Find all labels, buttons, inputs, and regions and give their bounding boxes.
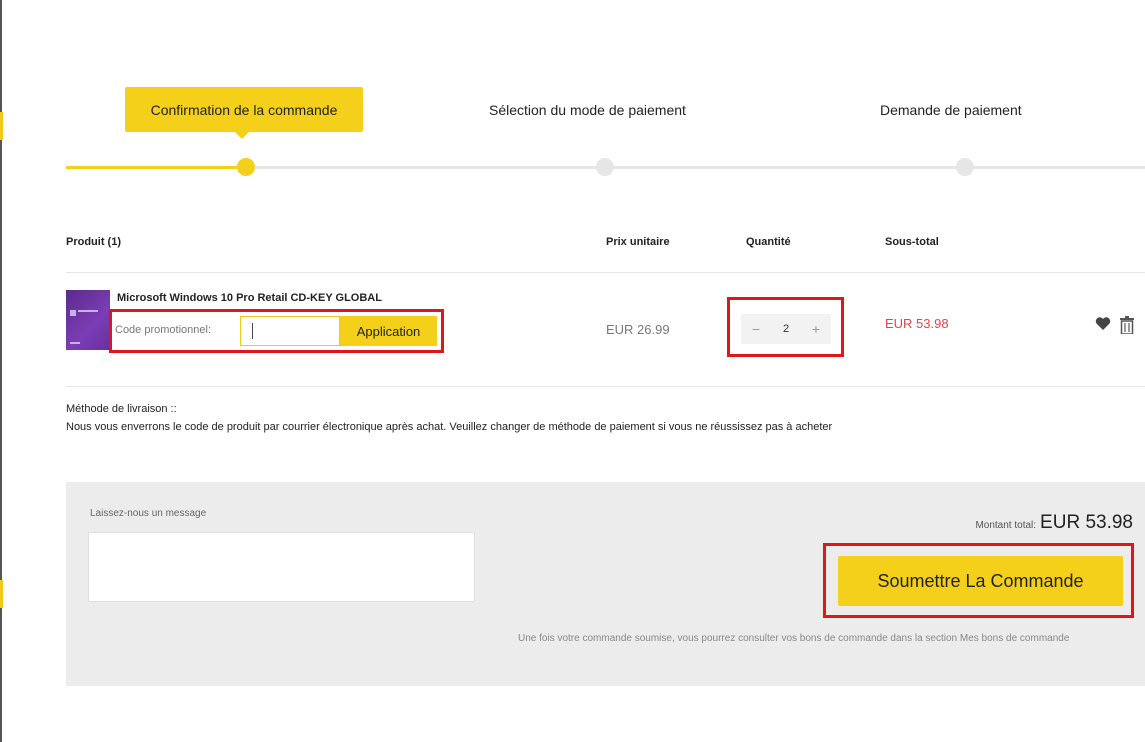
step-confirmation: Confirmation de la commande	[125, 87, 363, 139]
col-header-unit-price: Prix unitaire	[606, 236, 670, 248]
progress-track-pending	[246, 166, 1145, 169]
shipping-method-title: Méthode de livraison ::	[66, 403, 177, 415]
left-edge-marker	[0, 580, 3, 608]
increase-quantity-button[interactable]: +	[807, 321, 825, 337]
total-line: Montant total: EUR 53.98	[975, 512, 1133, 534]
row-subtotal: EUR 53.98	[885, 316, 949, 331]
col-header-subtotal: Sous-total	[885, 236, 939, 248]
left-edge-marker	[0, 112, 3, 140]
step-payment-request-label: Demande de paiement	[880, 102, 1022, 118]
heart-icon[interactable]	[1095, 316, 1111, 336]
col-header-product: Produit (1)	[66, 236, 121, 248]
table-divider	[66, 386, 1145, 387]
progress-dot-active	[237, 158, 255, 176]
message-label: Laissez-nous un message	[90, 508, 207, 519]
shipping-method-text: Nous vous enverrons le code de produit p…	[66, 421, 833, 433]
progress-dot	[956, 158, 974, 176]
total-value: EUR 53.98	[1040, 512, 1133, 533]
step-confirmation-label: Confirmation de la commande	[150, 101, 338, 118]
quantity-stepper: − 2 +	[741, 314, 831, 344]
promo-code-input[interactable]	[240, 316, 340, 346]
apply-promo-button[interactable]: Application	[340, 316, 437, 346]
product-thumbnail[interactable]	[66, 290, 110, 350]
submit-order-button[interactable]: Soumettre La Commande	[838, 556, 1123, 606]
step-payment-method: Sélection du mode de paiement	[489, 102, 686, 118]
progress-track-done	[66, 166, 246, 169]
decrease-quantity-button[interactable]: −	[747, 321, 765, 337]
total-label: Montant total:	[975, 520, 1037, 531]
unit-price: EUR 26.99	[606, 322, 670, 337]
step-payment-request: Demande de paiement	[880, 102, 1022, 118]
progress-dot	[596, 158, 614, 176]
message-textarea[interactable]	[88, 532, 475, 602]
quantity-value[interactable]: 2	[783, 323, 789, 335]
table-divider	[66, 272, 1145, 273]
trash-icon[interactable]	[1120, 316, 1134, 335]
step-payment-method-label: Sélection du mode de paiement	[489, 102, 686, 118]
text-caret	[252, 323, 253, 339]
promo-code-label: Code promotionnel:	[115, 324, 212, 336]
order-note: Une fois votre commande soumise, vous po…	[518, 633, 1070, 644]
col-header-quantity: Quantité	[746, 236, 791, 248]
product-name[interactable]: Microsoft Windows 10 Pro Retail CD-KEY G…	[117, 292, 382, 304]
